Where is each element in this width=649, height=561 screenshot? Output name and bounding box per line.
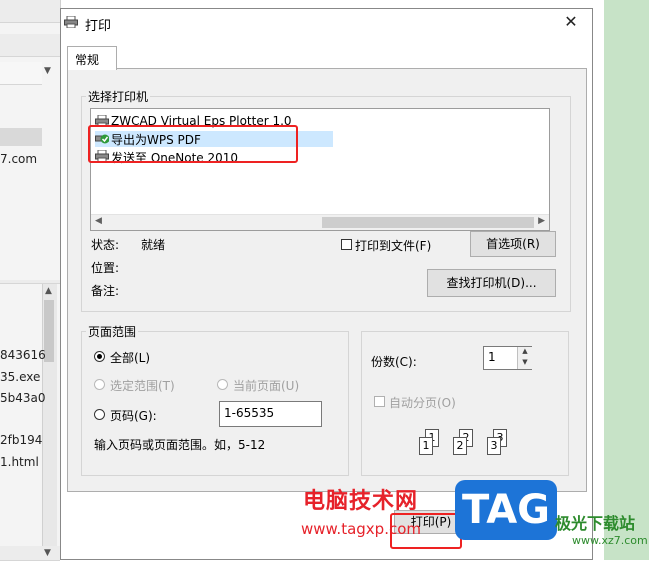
background-list-item: 35.exe [0,370,41,384]
background-selected-row [0,128,42,146]
scroll-up-icon[interactable]: ▲ [45,286,52,296]
preferences-button[interactable]: 首选项(R) [470,231,556,257]
pages-radio[interactable] [94,409,105,420]
watermark-site: 极光下载站 [555,514,636,533]
preferences-button-label: 首选项(R) [486,237,540,251]
comment-label: 备注: [91,284,120,298]
background-dropdown[interactable] [0,62,42,85]
close-button[interactable]: ✕ [558,11,584,33]
pages-label[interactable]: 页码(G): [110,407,157,424]
selection-radio[interactable] [94,379,105,390]
dialog-titlebar[interactable]: 打印 ✕ [61,9,592,37]
current-page-radio[interactable] [217,379,228,390]
dialog-title: 打印 [85,19,112,34]
chevron-down-icon[interactable]: ▼ [44,548,51,558]
copies-stepper[interactable]: ▲ ▼ [517,347,532,369]
printer-list-hscrollbar[interactable]: ◀ ▶ [91,214,549,230]
background-app-panel: ▼ 7.com ▲ 843616 35.exe 5b43a0 2fb194 1.… [0,0,61,561]
print-to-file-checkbox[interactable] [341,239,352,250]
watermark-brand: 电脑技术网 [303,489,419,514]
current-page-label: 当前页面(U) [233,379,300,393]
tab-label: 常规 [75,53,100,67]
pages-input[interactable]: 1-65535 [219,401,322,427]
background-statusbar [0,546,60,561]
chevron-down-icon[interactable]: ▼ [44,66,51,76]
watermark-url: www.tagxp.com [301,520,421,538]
spin-down-icon[interactable]: ▼ [518,358,532,369]
collate-checkbox[interactable] [374,396,385,407]
spin-up-icon[interactable]: ▲ [518,347,532,358]
status-label: 状态: [91,238,120,252]
find-printer-button[interactable]: 查找打印机(D)... [427,269,556,297]
all-pages-label[interactable]: 全部(L) [110,349,150,366]
select-printer-label: 选择打印机 [86,88,151,105]
hscroll-thumb[interactable] [322,217,534,228]
watermark-tag-logo: TAG [455,480,557,540]
background-document-area [594,0,649,560]
background-list-item: 2fb194 [0,433,43,447]
find-printer-button-label: 查找打印机(D)... [446,276,537,290]
watermark-site-url: www.xz7.com [572,534,648,547]
background-page-edge [594,0,604,560]
highlight-selected-printer [88,125,298,163]
status-value: 就绪 [141,238,166,252]
scroll-right-icon[interactable]: ▶ [538,216,545,226]
background-toolbar [0,0,60,23]
background-list-item: 843616 [0,348,46,362]
collate-page: 3 [487,437,501,455]
collate-label: 自动分页(O) [389,396,456,410]
background-toolbar [0,34,60,57]
background-list-item: 7.com [0,152,38,166]
printer-icon [64,16,78,28]
page-range-label: 页面范围 [86,323,139,340]
pages-hint: 输入页码或页面范围。如，5-12 [94,438,266,452]
copies-label: 份数(C): [371,355,417,369]
background-list-item: 1.html [0,455,39,469]
print-to-file-label[interactable]: 打印到文件(F) [355,237,431,254]
background-list-item: 5b43a0 [0,391,46,405]
location-label: 位置: [91,261,120,275]
scroll-left-icon[interactable]: ◀ [95,216,102,226]
print-dialog: 打印 ✕ 常规 选择打印机 ZWCAD Virtual Eps Plotter … [60,8,593,560]
tab-general[interactable]: 常规 [67,46,117,70]
collate-page: 1 [419,437,433,455]
collate-page: 2 [453,437,467,455]
selection-label: 选定范围(T) [110,379,175,393]
close-icon: ✕ [564,12,578,31]
all-pages-radio[interactable] [94,351,105,362]
collate-illustration: 1 1 2 2 3 3 [415,429,519,461]
